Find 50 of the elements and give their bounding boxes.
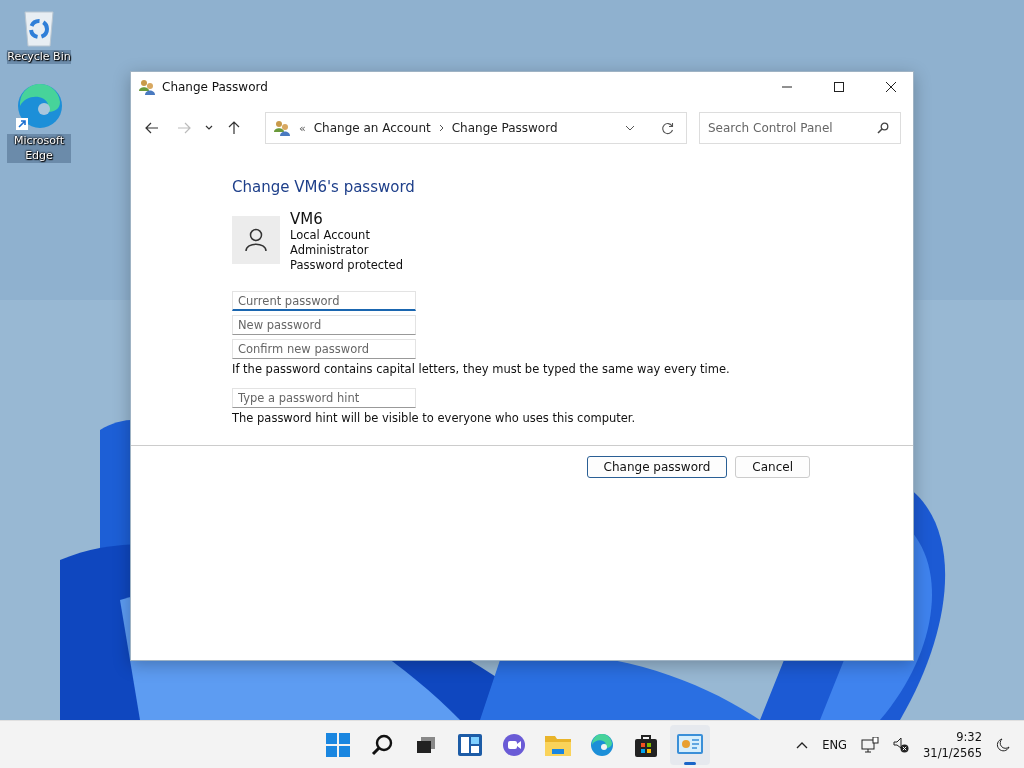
speaker-muted-icon[interactable] [893,736,910,753]
chevron-down-icon[interactable] [625,125,635,131]
search-field[interactable]: Search Control Panel [699,112,901,144]
hint-field[interactable]: Type a password hint [232,388,416,408]
edge-icon[interactable] [14,82,64,133]
caps-note: If the password contains capital letters, they must be typed the same way every time. [232,362,730,376]
moon-icon[interactable] [996,737,1010,752]
chevron-up-icon[interactable] [796,740,809,749]
account-detail: Administrator [290,243,370,258]
change-password-button[interactable]: Change password [586,456,728,478]
desktop-icon-label[interactable]: Microsoft Edge [7,134,71,163]
language-indicator[interactable]: ENG [822,737,848,752]
cancel-button[interactable]: Cancel [735,456,810,478]
clock-date[interactable]: 31/1/2565 [923,744,982,761]
edge-icon[interactable] [590,732,614,757]
users-icon [274,120,291,136]
up-arrow-icon[interactable] [227,121,241,135]
breadcrumb[interactable]: Change an Account [313,121,431,135]
breadcrumb[interactable]: Change Password [451,121,558,135]
account-name: VM6 [290,210,324,228]
back-arrow-icon[interactable] [145,121,159,135]
start-icon[interactable] [326,732,350,757]
address-bar[interactable]: « Change an Account Change Password [265,112,687,144]
password-field[interactable]: New password [232,315,416,335]
recycle-bin-icon[interactable] [21,8,57,48]
clock-time[interactable]: 9:32 [956,728,982,745]
users-icon [139,79,156,95]
search-icon[interactable] [877,122,889,134]
refresh-icon[interactable] [661,121,674,135]
close-icon[interactable] [885,81,897,93]
account-detail: Password protected [290,258,403,273]
widgets-icon[interactable] [458,733,482,756]
page-heading: Change VM6's password [232,178,415,196]
task-view-icon[interactable] [415,734,437,755]
chevron-right-icon [438,124,444,132]
network-icon[interactable] [861,736,880,753]
account-detail: Local Account [290,228,371,243]
password-field[interactable]: Confirm new password [232,339,416,359]
chevron-down-icon[interactable] [205,125,213,131]
search-icon[interactable] [371,733,393,756]
overflow-chevron[interactable]: « [299,121,306,135]
maximize-icon[interactable] [833,81,845,93]
person-icon [245,228,267,252]
password-field[interactable]: Current password [232,291,416,311]
window-title: Change Password [162,80,268,94]
folder-icon[interactable] [545,733,571,756]
control-panel-icon[interactable] [677,733,703,756]
hint-note: The password hint will be visible to everyone who uses this computer. [232,411,636,425]
store-bag-icon[interactable] [635,732,657,757]
chat-icon[interactable] [502,732,526,757]
